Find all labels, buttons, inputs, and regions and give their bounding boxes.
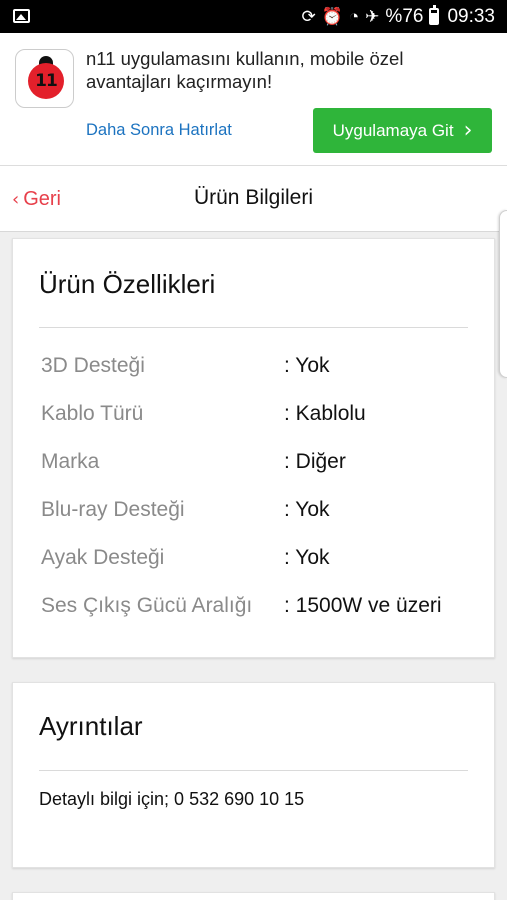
image-icon [13,9,30,23]
features-divider [39,327,468,328]
navigation-bar: ‹ Geri Ürün Bilgileri [0,166,507,232]
details-title: Ayrıntılar [39,711,143,741]
spec-key: 3D Desteği [41,354,145,377]
battery-icon [429,5,440,25]
spec-value: : Yok [284,498,330,521]
spec-key: Ses Çıkış Gücü Aralığı [41,594,253,617]
spec-row: Ayak Desteği : Yok [41,546,474,576]
details-card: Ayrıntılar Detaylı bilgi için; 0 532 690… [12,682,495,868]
n11-app-logo: 11 [15,49,74,108]
sync-icon: ⟳ [301,7,316,26]
spec-key: Kablo Türü [41,402,144,425]
open-app-label: Uygulamaya Git [332,120,454,140]
app-promo-banner: 11 n11 uygulamasını kullanın, mobile öze… [0,33,507,166]
spec-key: Marka [41,450,100,473]
airplane-icon: ✈ [365,7,380,26]
open-app-button[interactable]: Uygulamaya Git › [313,108,492,153]
details-divider [39,770,468,771]
spec-value: : Kablolu [284,402,366,425]
spec-row: Kablo Türü : Kablolu [41,402,474,432]
banner-message: n11 uygulamasını kullanın, mobile özel a… [86,48,404,92]
spec-row: 3D Desteği : Yok [41,354,474,384]
spec-row: Blu-ray Desteği : Yok [41,498,474,528]
features-title: Ürün Özellikleri [39,269,216,299]
edge-panel-handle[interactable] [499,210,507,378]
next-card [12,892,495,900]
wifi-icon: ◔ [348,7,360,26]
spec-value: : Yok [284,354,330,377]
product-features-card: Ürün Özellikleri 3D Desteği : Yok Kablo … [12,238,495,658]
chevron-right-icon: › [463,118,473,143]
status-bar: ⟳ ⏰ ◔ ✈ %76 09:33 [0,0,507,33]
spec-value: : Diğer [284,450,346,473]
spec-row: Ses Çıkış Gücü Aralığı : 1500W ve üzeri [41,594,474,624]
spec-value: : 1500W ve üzeri [284,594,442,617]
details-text: Detaylı bilgi için; 0 532 690 10 15 [39,789,305,809]
battery-percent: %76 [385,5,424,27]
status-icons: ⟳ ⏰ ◔ ✈ %76 09:33 [301,0,495,33]
alarm-icon: ⏰ [321,7,343,26]
remind-later-link[interactable]: Daha Sonra Hatırlat [86,121,232,140]
spec-row: Marka : Diğer [41,450,474,480]
page-title: Ürün Bilgileri [193,186,314,209]
ladybug-icon: 11 [28,63,64,99]
clock: 09:33 [447,5,495,27]
spec-value: : Yok [284,546,330,569]
spec-key: Ayak Desteği [41,546,165,569]
spec-key: Blu-ray Desteği [41,498,185,521]
